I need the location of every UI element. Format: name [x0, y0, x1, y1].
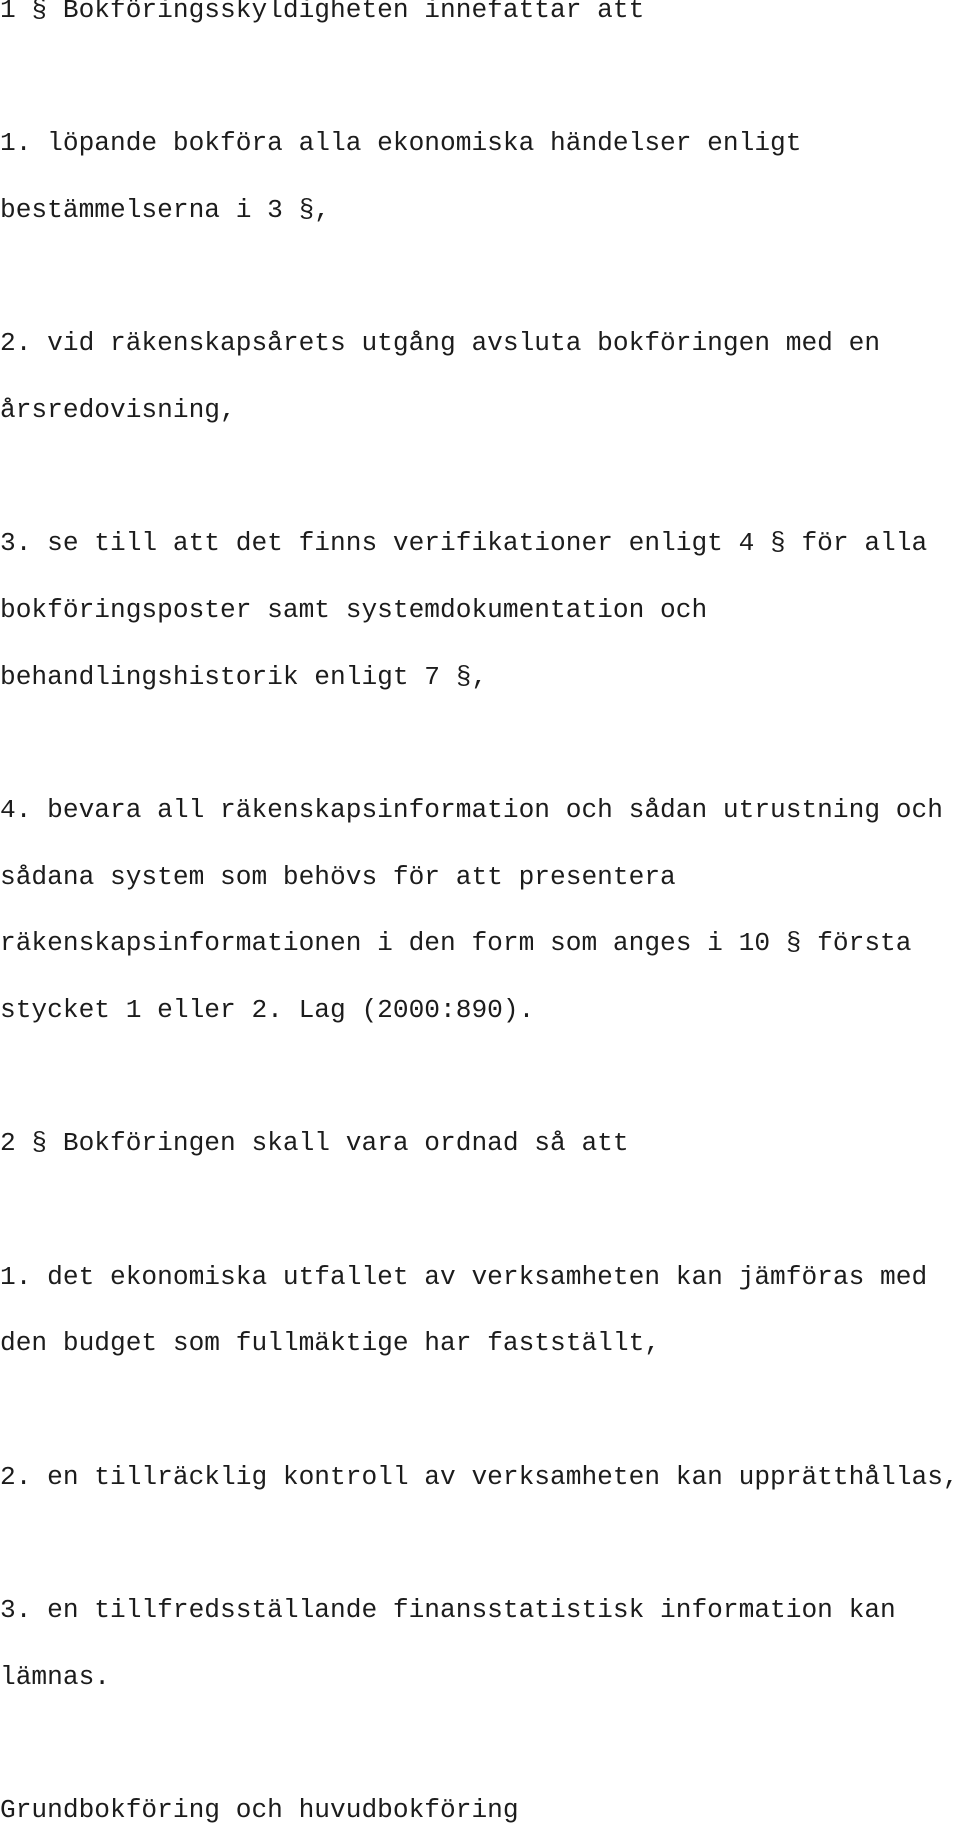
section-3-heading: Grundbokföring och huvudbokföring — [0, 1795, 519, 1825]
text-line: årsredovisning, — [0, 395, 236, 425]
text-line: den budget som fullmäktige har fastställ… — [0, 1328, 661, 1358]
text-line: 1. löpande bokföra alla ekonomiska hände… — [0, 128, 802, 158]
text-line: 2. vid räkenskapsårets utgång avsluta bo… — [0, 328, 881, 358]
document-page: 1 § Bokföringsskyldigheten innefattar at… — [0, 0, 960, 1825]
text-line: räkenskapsinformationen i den form som a… — [0, 928, 912, 958]
section-2-heading: 2 § Bokföringen skall vara ordnad så att — [0, 1128, 629, 1158]
text-line: 3. se till att det finns verifikationer … — [0, 528, 928, 558]
text-line: bestämmelserna i 3 §, — [0, 195, 331, 225]
text-line: 3. en tillfredsställande finansstatistis… — [0, 1595, 896, 1625]
text-line: behandlingshistorik enligt 7 §, — [0, 662, 488, 692]
text-line: bokföringsposter samt systemdokumentatio… — [0, 595, 708, 625]
text-line: lämnas. — [0, 1662, 111, 1692]
text-line: 1. det ekonomiska utfallet av verksamhet… — [0, 1262, 928, 1292]
section-1-heading: 1 § Bokföringsskyldigheten innefattar at… — [0, 0, 645, 25]
text-line: 2. en tillräcklig kontroll av verksamhet… — [0, 1462, 959, 1492]
text-line: stycket 1 eller 2. Lag (2000:890). — [0, 995, 535, 1025]
text-line: 4. bevara all räkenskapsinformation och … — [0, 795, 943, 825]
text-line: sådana system som behövs för att present… — [0, 862, 676, 892]
